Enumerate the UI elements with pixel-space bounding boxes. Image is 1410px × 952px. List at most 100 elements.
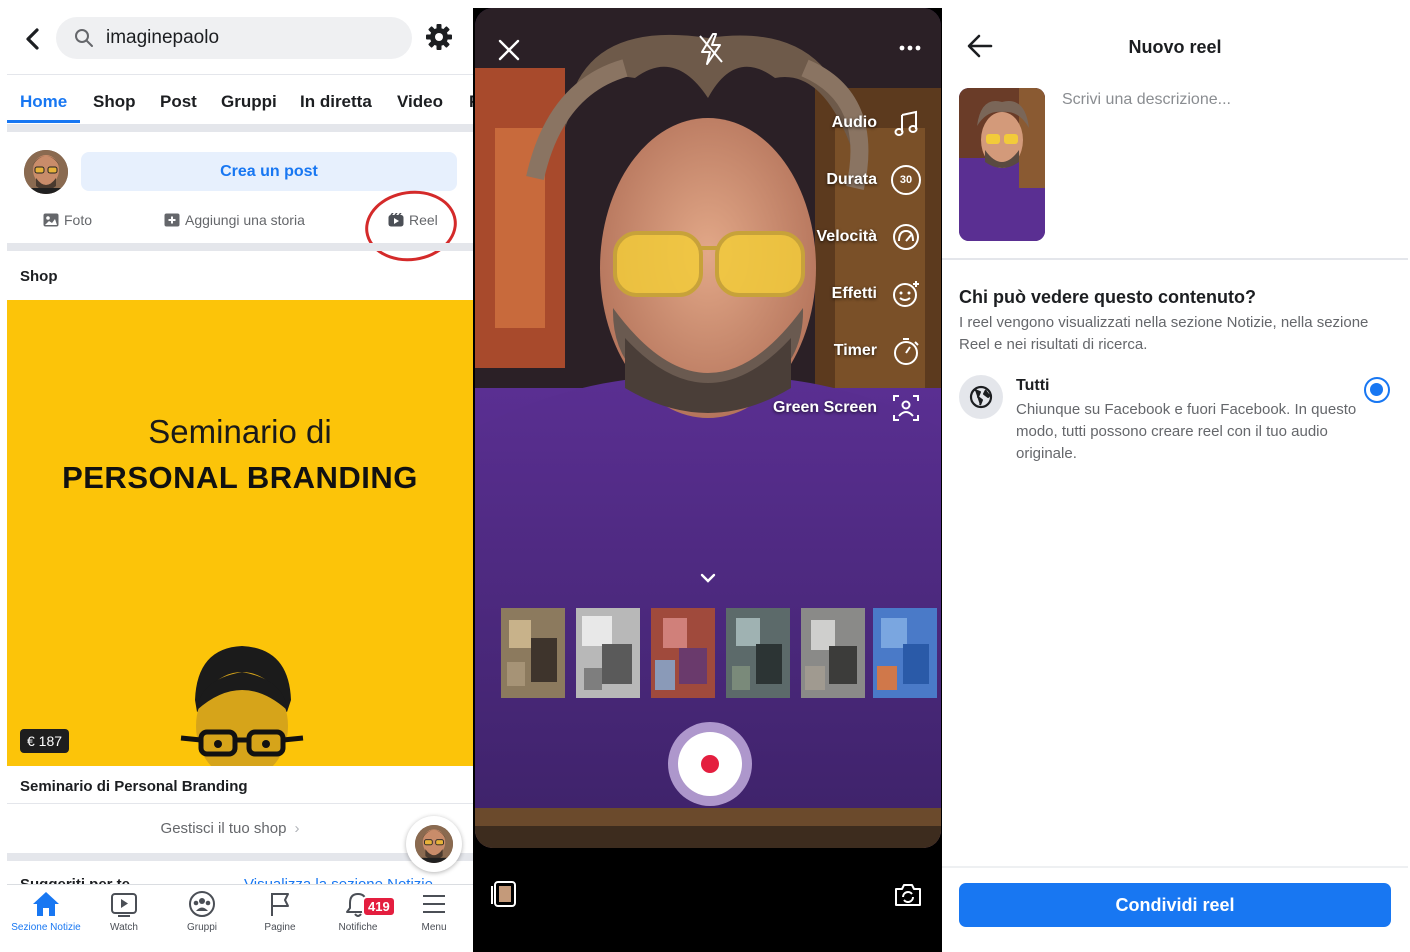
manage-shop-link[interactable]: Gestisci il tuo shop › (7, 820, 453, 837)
switch-camera-icon[interactable] (893, 882, 923, 908)
audience-question: Chi può vedere questo contenuto? (959, 287, 1257, 307)
notification-badge: 419 (362, 896, 396, 917)
nav-notifications[interactable]: 419 Notifiche (319, 891, 397, 933)
tab-home[interactable]: Home (20, 92, 67, 112)
price-badge: € 187 (20, 729, 70, 753)
shop-product-image[interactable]: Seminario di PERSONAL BRANDING (7, 300, 473, 766)
banner-line-2: PERSONAL BRANDING (62, 460, 418, 495)
tab-video[interactable]: Video (397, 92, 443, 112)
divider (942, 258, 1408, 260)
product-title[interactable]: Seminario di Personal Branding (20, 778, 248, 795)
option-title[interactable]: Tutti (1016, 377, 1049, 395)
portrait-illustration (180, 646, 304, 766)
pages-flag-icon (271, 893, 289, 916)
home-icon (33, 892, 59, 916)
top-bar: imaginepaolo (7, 8, 473, 70)
audience-info: I reel vengono visualizzati nella sezion… (959, 314, 1369, 353)
gallery-icon[interactable] (491, 880, 519, 908)
profile-panel: imaginepaolo Home Shop Post Gruppi In di… (7, 8, 473, 952)
divider (7, 803, 473, 804)
tool-green-screen-label[interactable]: Green Screen (773, 399, 877, 417)
divider (7, 74, 473, 75)
floating-avatar-button[interactable] (406, 816, 462, 872)
close-icon[interactable] (497, 38, 521, 62)
search-value: imaginepaolo (106, 27, 220, 48)
gear-icon[interactable] (425, 23, 453, 51)
new-reel-panel: Nuovo reel Scrivi una descrizione... Chi… (942, 8, 1408, 952)
add-story-action[interactable]: Aggiungi una storia (164, 212, 305, 228)
nav-label: Gruppi (186, 922, 217, 933)
effect-thumbnail[interactable] (873, 608, 937, 698)
menu-icon (423, 895, 445, 913)
effect-thumbnail[interactable] (651, 608, 715, 698)
music-note-icon[interactable] (891, 108, 921, 138)
tab-shop[interactable]: Shop (93, 92, 136, 112)
option-description: Chiunque su Facebook e fuori Facebook. I… (1016, 401, 1357, 462)
section-divider (7, 124, 473, 132)
story-plus-icon (164, 213, 180, 227)
nav-label: Sezione Notizie (11, 922, 81, 933)
tool-timer-label[interactable]: Timer (834, 342, 877, 360)
section-divider (7, 243, 473, 251)
tool-speed-label[interactable]: Velocità (817, 228, 877, 246)
effect-thumbnail[interactable] (501, 608, 565, 698)
reel-thumbnail[interactable] (959, 88, 1045, 241)
effect-thumbnail[interactable] (726, 608, 790, 698)
camera-preview: Audio Durata 30 Velocità Effetti Timer G… (475, 8, 941, 848)
nav-label: Notifiche (338, 922, 378, 933)
groups-icon (189, 891, 215, 917)
nav-label: Pagine (264, 922, 296, 933)
nav-pages[interactable]: Pagine (241, 891, 319, 933)
description-input[interactable]: Scrivi una descrizione... (1062, 91, 1231, 109)
timer-30-icon[interactable]: 30 (891, 165, 921, 195)
audience-radio-selected[interactable] (1364, 377, 1390, 403)
add-story-label: Aggiungi una storia (185, 212, 305, 228)
watch-icon (111, 893, 137, 917)
stopwatch-icon[interactable] (891, 336, 921, 366)
speed-gauge-icon[interactable] (891, 222, 921, 252)
nav-watch[interactable]: Watch (85, 891, 163, 933)
photo-action[interactable]: Foto (43, 212, 92, 228)
nav-menu[interactable]: Menu (395, 891, 473, 933)
back-icon[interactable] (21, 24, 45, 54)
tab-groups[interactable]: Gruppi (221, 92, 277, 112)
photo-icon (43, 213, 59, 227)
tool-audio-label[interactable]: Audio (832, 114, 877, 132)
avatar (415, 825, 453, 863)
record-button[interactable] (668, 722, 752, 806)
tool-effects-label[interactable]: Effetti (832, 285, 877, 303)
search-icon (75, 29, 93, 47)
nav-groups[interactable]: Gruppi (163, 891, 241, 933)
nav-news-feed[interactable]: Sezione Notizie (7, 891, 85, 933)
banner-line-1: Seminario di (148, 413, 332, 450)
effect-thumbnail[interactable] (576, 608, 640, 698)
effects-carousel (501, 608, 937, 698)
screenshot-collage: imaginepaolo Home Shop Post Gruppi In di… (0, 0, 1410, 952)
tab-post[interactable]: Post (160, 92, 197, 112)
search-input[interactable]: imaginepaolo (56, 17, 412, 59)
tab-live[interactable]: In diretta (300, 92, 372, 112)
tool-duration-label[interactable]: Durata (826, 171, 877, 189)
share-reel-button[interactable]: Condividi reel (959, 883, 1391, 927)
avatar[interactable] (24, 150, 68, 194)
effect-thumbnail[interactable] (801, 608, 865, 698)
shop-heading: Shop (20, 268, 58, 285)
nav-label: Watch (110, 922, 138, 933)
page-title: Nuovo reel (1128, 37, 1222, 57)
create-post-button[interactable]: Crea un post (81, 152, 457, 191)
active-tab-indicator (7, 120, 80, 123)
radio-dot (1370, 383, 1383, 396)
globe-icon (959, 375, 1003, 419)
section-divider (7, 853, 473, 861)
green-screen-icon[interactable] (891, 393, 921, 423)
effects-smiley-icon[interactable] (891, 279, 921, 309)
bottom-navigation: Sezione Notizie Watch Gruppi Pagine 419 … (7, 884, 473, 952)
chevron-right-icon: › (294, 820, 300, 837)
flash-off-icon[interactable] (697, 32, 725, 66)
chevron-down-icon[interactable] (700, 572, 716, 584)
nav-label: Menu (421, 922, 447, 933)
highlight-annotation-circle (360, 184, 462, 268)
record-dot (701, 755, 719, 773)
more-options-icon[interactable] (899, 44, 921, 52)
record-button-inner (678, 732, 742, 796)
